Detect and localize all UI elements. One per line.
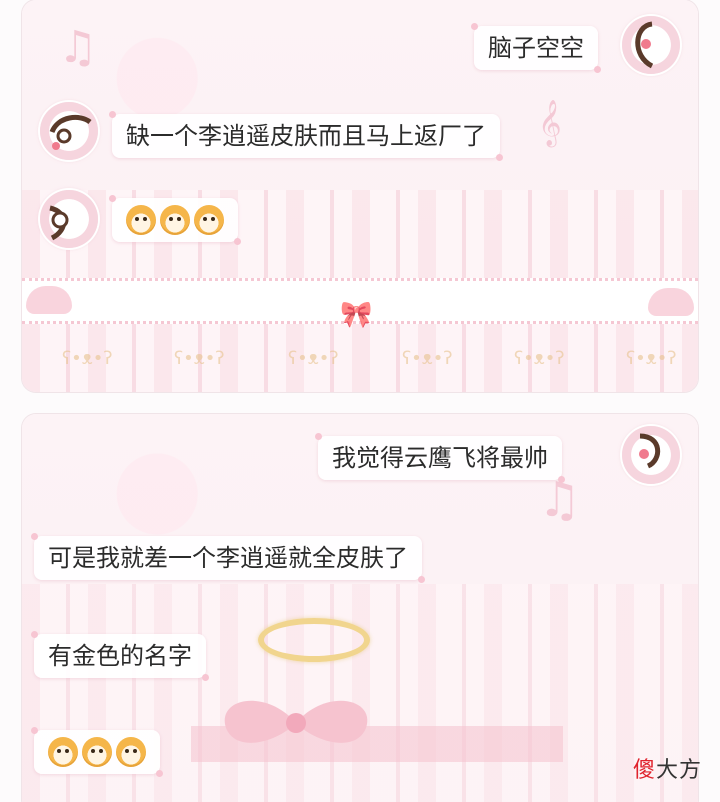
avatar-friend[interactable] bbox=[40, 102, 98, 160]
bear-decoration: ʕ•ᴥ•ʔ bbox=[514, 348, 565, 369]
cloud-decoration bbox=[26, 286, 72, 314]
bear-decoration: ʕ•ᴥ•ʔ bbox=[62, 348, 113, 369]
bow-icon: 🎀 bbox=[340, 300, 373, 330]
bear-decoration: ʕ•ᴥ•ʔ bbox=[174, 348, 225, 369]
message-bubble[interactable]: 我觉得云鹰飞将最帅 bbox=[315, 433, 565, 483]
message-bubble[interactable]: 脑子空空 bbox=[471, 23, 601, 73]
message-text: 缺一个李逍遥皮肤而且马上返厂了 bbox=[126, 122, 486, 150]
bear-decoration: ʕ•ᴥ•ʔ bbox=[626, 348, 677, 369]
watermark-rest: 大方 bbox=[655, 758, 702, 783]
chat-screenshot: ♫ 𝄞 🎀 ʕ•ᴥ•ʔ ʕ•ᴥ•ʔ ʕ•ᴥ•ʔ ʕ•ᴥ•ʔ ʕ•ᴥ•ʔ ʕ•ᴥ•… bbox=[0, 0, 720, 802]
message-text: 我觉得云鹰飞将最帅 bbox=[332, 444, 548, 472]
avatar-self[interactable] bbox=[622, 16, 680, 74]
message-bubble[interactable] bbox=[31, 727, 163, 777]
message-bubble[interactable]: 缺一个李逍遥皮肤而且马上返厂了 bbox=[109, 111, 503, 161]
bear-decoration: ʕ•ᴥ•ʔ bbox=[288, 348, 339, 369]
shiba-emoji-icon bbox=[126, 205, 156, 235]
avatar-friend[interactable] bbox=[40, 190, 98, 248]
emoji-group bbox=[48, 734, 146, 770]
shiba-emoji-icon bbox=[48, 737, 78, 767]
music-note-icon: ♫ bbox=[58, 22, 98, 73]
shiba-emoji-icon bbox=[82, 737, 112, 767]
shiba-emoji-icon bbox=[194, 205, 224, 235]
shiba-emoji-icon bbox=[160, 205, 190, 235]
message-text: 可是我就差一个李逍遥就全皮肤了 bbox=[48, 544, 408, 572]
bow-decoration bbox=[224, 700, 368, 743]
watermark-first-char: 傻 bbox=[632, 758, 656, 783]
shiba-emoji-icon bbox=[116, 737, 146, 767]
message-text: 有金色的名字 bbox=[48, 642, 192, 670]
message-text: 脑子空空 bbox=[488, 34, 584, 62]
message-bubble[interactable]: 可是我就差一个李逍遥就全皮肤了 bbox=[31, 533, 425, 583]
emoji-group bbox=[126, 202, 224, 238]
avatar-self[interactable] bbox=[622, 426, 680, 484]
treble-clef-icon: 𝄞 bbox=[538, 100, 562, 146]
cloud-decoration bbox=[648, 288, 694, 316]
bear-decoration: ʕ•ᴥ•ʔ bbox=[402, 348, 453, 369]
watermark: 傻大方 bbox=[633, 752, 702, 784]
message-bubble[interactable]: 有金色的名字 bbox=[31, 631, 209, 681]
message-bubble[interactable] bbox=[109, 195, 241, 245]
halo-decoration bbox=[258, 618, 370, 662]
